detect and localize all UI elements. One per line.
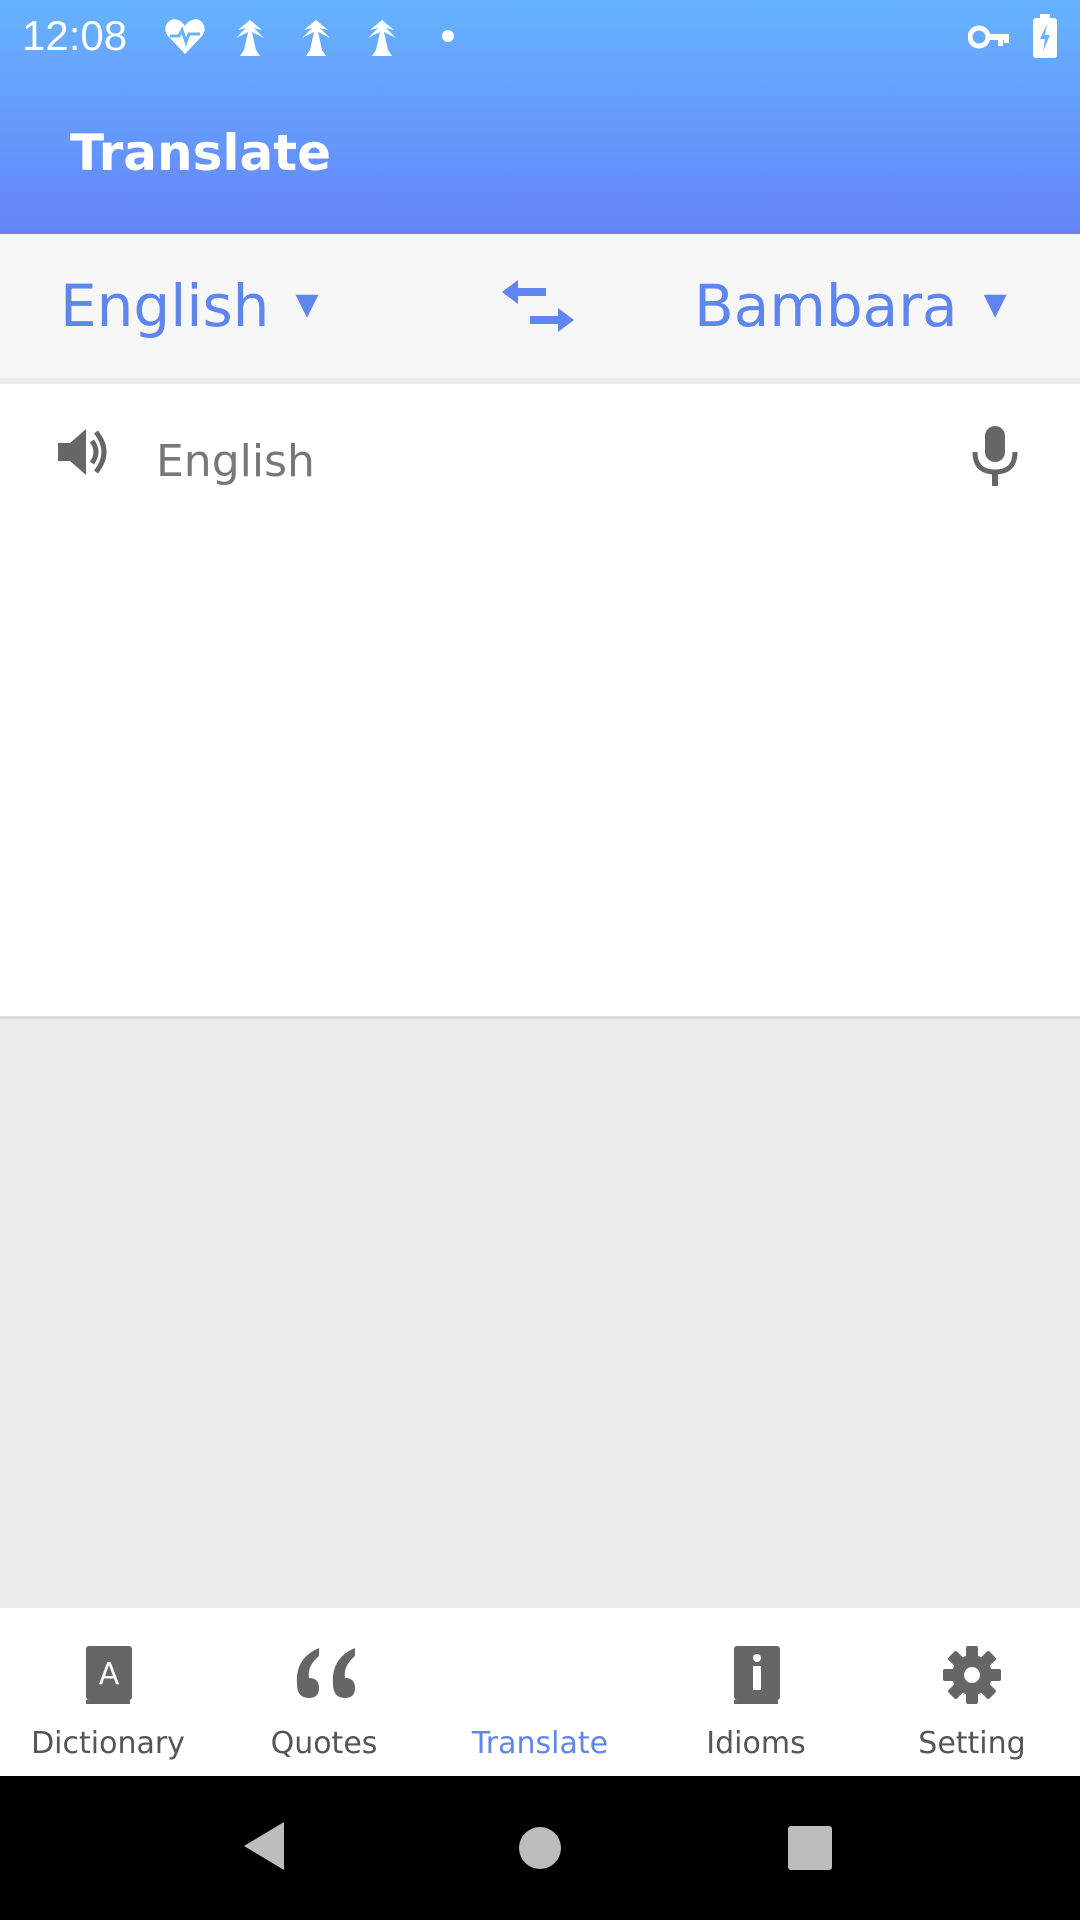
nav-setting-label: Setting (918, 1726, 1026, 1761)
home-icon[interactable] (516, 1824, 564, 1872)
palm-tree-icon (236, 20, 264, 56)
swap-arrows-icon (502, 280, 574, 332)
swap-languages-button[interactable] (502, 278, 574, 334)
back-icon[interactable] (240, 1820, 288, 1872)
svg-text:A: A (99, 1657, 120, 1692)
microphone-icon[interactable] (968, 424, 1022, 488)
battery-charging-icon (1033, 14, 1057, 58)
svg-text:A: A (538, 1654, 560, 1688)
dot-icon (442, 30, 454, 42)
dropdown-arrow-icon: ▼ (983, 287, 1007, 322)
translation-result-area (0, 1019, 1080, 1608)
nav-quotes-label: Quotes (270, 1726, 378, 1761)
nav-dictionary-label: Dictionary (31, 1726, 185, 1761)
speaker-icon[interactable] (56, 426, 110, 478)
palm-tree-icon (368, 20, 396, 56)
gear-icon (943, 1646, 1001, 1704)
heart-pulse-icon (165, 19, 205, 54)
source-language-selector[interactable]: English ▼ (60, 272, 319, 340)
nav-idioms-label: Idioms (706, 1726, 806, 1761)
nav-translate-label: Translate (471, 1726, 609, 1761)
nav-dictionary[interactable]: A Dictionary (0, 1608, 216, 1776)
page-title: Translate (70, 124, 332, 182)
nav-translate[interactable]: 文 A Translate (432, 1608, 648, 1776)
source-text-input[interactable] (154, 430, 918, 492)
info-book-icon (734, 1646, 780, 1704)
target-language-selector[interactable]: Bambara ▼ (694, 272, 1007, 340)
target-language-label: Bambara (694, 272, 958, 340)
nav-setting[interactable]: Setting (864, 1608, 1080, 1776)
source-language-label: English (60, 272, 270, 340)
quote-icon (296, 1648, 355, 1698)
dropdown-arrow-icon: ▼ (295, 287, 319, 322)
status-bar: 12:08 (0, 0, 1080, 74)
bottom-navigation: A Dictionary Quotes 文 A Translate Idioms (0, 1608, 1080, 1776)
nav-idioms[interactable]: Idioms (648, 1608, 864, 1776)
translate-icon: 文 A (514, 1633, 560, 1688)
palm-tree-icon (302, 20, 330, 56)
app-bar: 12:08 Translate (0, 0, 1080, 234)
key-icon (968, 25, 1009, 49)
system-navigation-bar (0, 1776, 1080, 1920)
nav-quotes[interactable]: Quotes (216, 1608, 432, 1776)
status-time: 12:08 (22, 12, 128, 59)
recents-icon[interactable] (786, 1824, 834, 1872)
dictionary-book-icon: A (86, 1646, 132, 1704)
